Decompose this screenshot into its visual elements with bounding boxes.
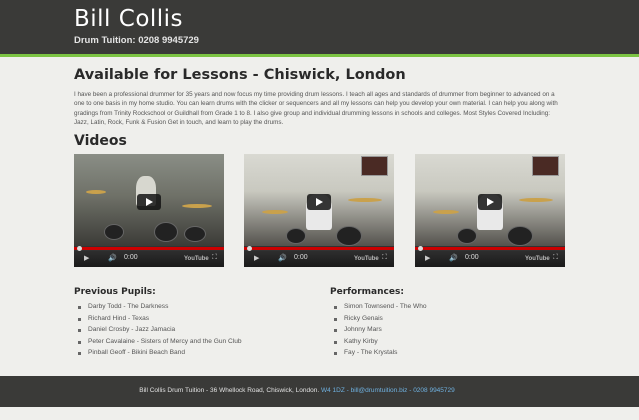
page-title: Available for Lessons - Chiswick, London bbox=[74, 67, 406, 83]
site-title[interactable]: Bill Collis bbox=[74, 6, 183, 32]
youtube-logo[interactable]: YouTube bbox=[354, 256, 379, 262]
footer-email-link[interactable]: bill@drumtuition.biz bbox=[351, 387, 408, 394]
video-controls: ▶ 🔊 0:00 YouTube ⛶ bbox=[415, 251, 565, 267]
performances-heading: Performances: bbox=[330, 287, 404, 297]
volume-icon[interactable]: 🔊 bbox=[108, 254, 117, 262]
list-item: Ricky Genais bbox=[330, 313, 427, 325]
fullscreen-icon[interactable]: ⛶ bbox=[382, 254, 387, 262]
video-controls: ▶ 🔊 0:00 YouTube ⛶ bbox=[244, 251, 394, 267]
play-icon[interactable] bbox=[137, 194, 161, 210]
youtube-logo[interactable]: YouTube bbox=[184, 256, 209, 262]
poster-image bbox=[361, 156, 388, 176]
video-thumbnail[interactable] bbox=[74, 154, 224, 246]
list-item: Daniel Crosby - Jazz Jamacia bbox=[74, 324, 242, 336]
pupils-heading: Previous Pupils: bbox=[74, 287, 156, 297]
list-item: Johnny Mars bbox=[330, 324, 427, 336]
video-time: 0:00 bbox=[294, 254, 308, 261]
site-header: Bill Collis Drum Tuition: 0208 9945729 bbox=[0, 0, 639, 57]
video-player-1[interactable]: ▶ 🔊 0:00 YouTube ⛶ bbox=[74, 154, 224, 267]
list-item: Richard Hind - Texas bbox=[74, 313, 242, 325]
list-item: Pinball Geoff - Bikini Beach Band bbox=[74, 347, 242, 359]
footer-text: Bill Collis Drum Tuition - 36 Whellock R… bbox=[0, 387, 594, 394]
videos-heading: Videos bbox=[74, 133, 127, 149]
list-item: Simon Townsend - The Who bbox=[330, 301, 427, 313]
play-button-icon[interactable]: ▶ bbox=[84, 254, 89, 262]
video-time: 0:00 bbox=[124, 254, 138, 261]
fullscreen-icon[interactable]: ⛶ bbox=[553, 254, 558, 262]
intro-text: I have been a professional drummer for 3… bbox=[74, 91, 558, 127]
video-thumbnail[interactable] bbox=[415, 154, 565, 246]
video-player-3[interactable]: ▶ 🔊 0:00 YouTube ⛶ bbox=[415, 154, 565, 267]
list-item: Fay - The Krystals bbox=[330, 347, 427, 359]
footer-phone[interactable]: 0208 9945729 bbox=[413, 387, 455, 394]
play-icon[interactable] bbox=[478, 194, 502, 210]
volume-icon[interactable]: 🔊 bbox=[278, 254, 287, 262]
play-button-icon[interactable]: ▶ bbox=[425, 254, 430, 262]
poster-image bbox=[532, 156, 559, 176]
site-footer: Bill Collis Drum Tuition - 36 Whellock R… bbox=[0, 376, 639, 407]
pupils-list: Darby Todd - The Darkness Richard Hind -… bbox=[74, 301, 242, 359]
youtube-logo[interactable]: YouTube bbox=[525, 256, 550, 262]
performances-list: Simon Townsend - The Who Ricky Genais Jo… bbox=[330, 301, 427, 359]
list-item: Peter Cavalaine - Sisters of Mercy and t… bbox=[74, 336, 242, 348]
video-controls: ▶ 🔊 0:00 YouTube ⛶ bbox=[74, 251, 224, 267]
footer-postcode[interactable]: W4 1DZ bbox=[321, 387, 345, 394]
play-button-icon[interactable]: ▶ bbox=[254, 254, 259, 262]
volume-icon[interactable]: 🔊 bbox=[449, 254, 458, 262]
fullscreen-icon[interactable]: ⛶ bbox=[212, 254, 217, 262]
video-thumbnail[interactable] bbox=[244, 154, 394, 246]
footer-address: Bill Collis Drum Tuition - 36 Whellock R… bbox=[139, 387, 320, 394]
play-icon[interactable] bbox=[307, 194, 331, 210]
site-subtitle: Drum Tuition: 0208 9945729 bbox=[74, 35, 199, 46]
video-time: 0:00 bbox=[465, 254, 479, 261]
list-item: Kathy Kirby bbox=[330, 336, 427, 348]
video-player-2[interactable]: ▶ 🔊 0:00 YouTube ⛶ bbox=[244, 154, 394, 267]
list-item: Darby Todd - The Darkness bbox=[74, 301, 242, 313]
